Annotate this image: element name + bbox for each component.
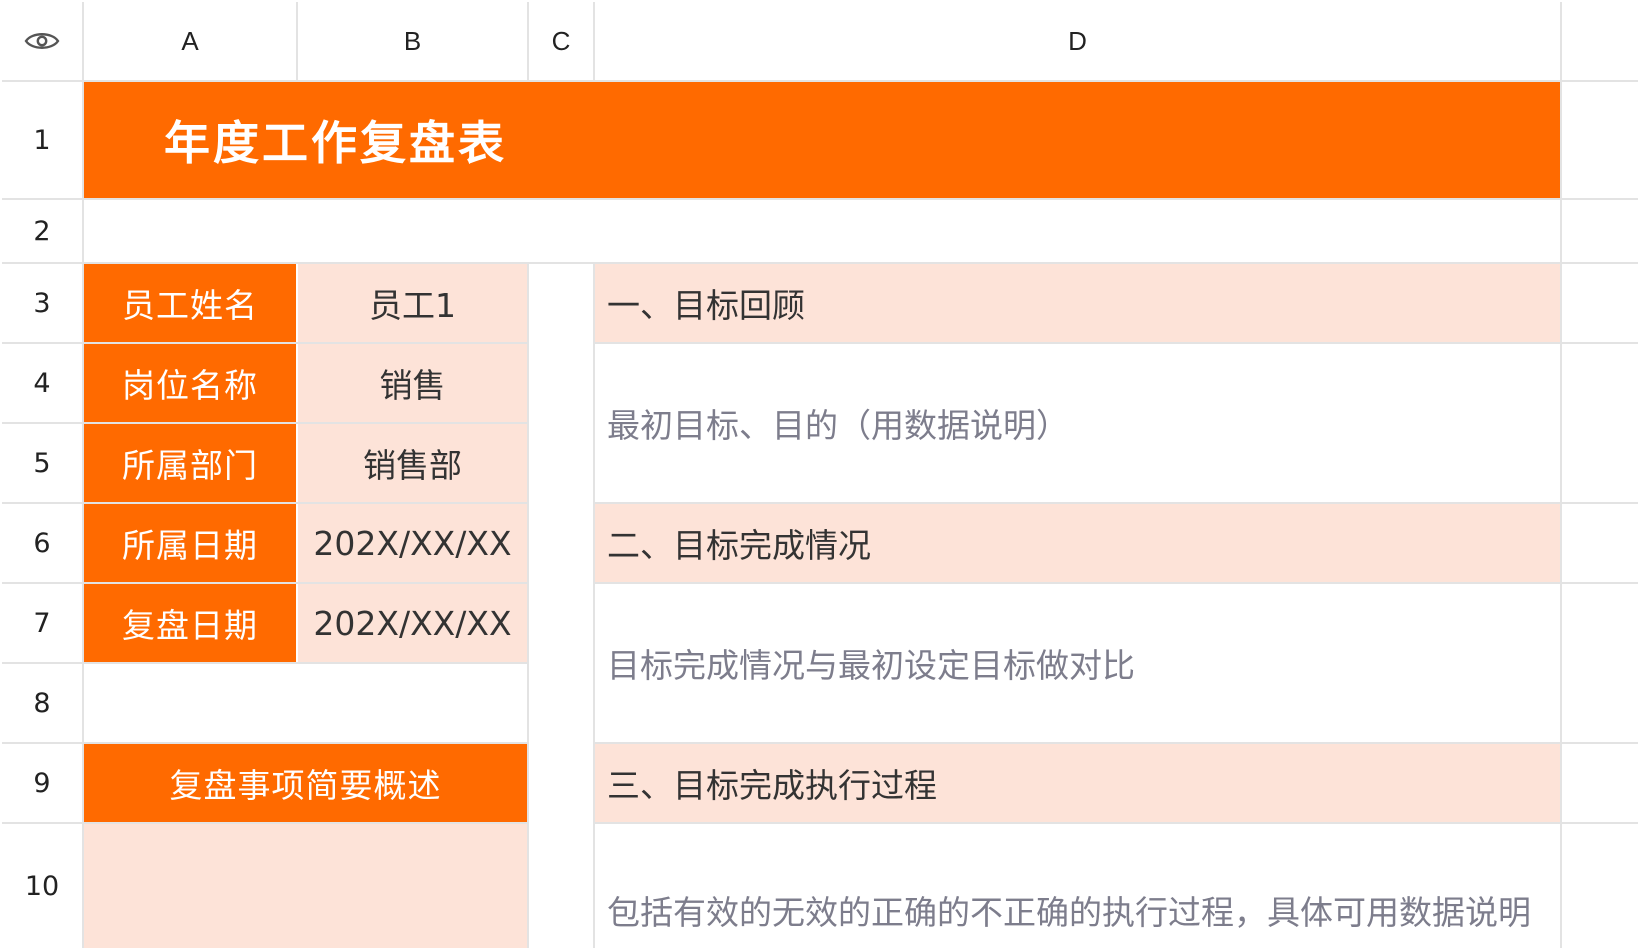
- grid-line: [2, 742, 529, 744]
- grid-line: [296, 2, 298, 80]
- select-all-corner[interactable]: [2, 2, 82, 80]
- grid-line: [1560, 2, 1562, 948]
- row-8-empty[interactable]: [84, 664, 527, 742]
- row-header-4[interactable]: 4: [2, 344, 82, 422]
- sheet-title[interactable]: 年度工作复盘表: [84, 82, 1560, 198]
- row-header-7[interactable]: 7: [2, 584, 82, 662]
- column-header-c[interactable]: C: [529, 2, 593, 80]
- summary-content[interactable]: [84, 824, 527, 948]
- section-1-heading[interactable]: 一、目标回顾: [595, 264, 1560, 342]
- row-header-2[interactable]: 2: [2, 200, 82, 262]
- column-header-a[interactable]: A: [84, 2, 296, 80]
- grid-line: [593, 502, 1638, 504]
- value-period-date[interactable]: 202X/XX/XX: [298, 504, 527, 582]
- label-review-date[interactable]: 复盘日期: [84, 584, 296, 662]
- section-3-detail[interactable]: 包括有效的无效的正确的不正确的执行过程，具体可用数据说明: [595, 824, 1560, 948]
- grid-line: [2, 662, 529, 664]
- section-2-heading[interactable]: 二、目标完成情况: [595, 504, 1560, 582]
- grid-line: [82, 2, 84, 948]
- section-2-detail[interactable]: 目标完成情况与最初设定目标做对比: [595, 584, 1560, 742]
- grid-line: [593, 582, 1638, 584]
- section-3-heading[interactable]: 三、目标完成执行过程: [595, 744, 1560, 822]
- grid-line: [2, 822, 529, 824]
- summary-header[interactable]: 复盘事项简要概述: [84, 744, 527, 822]
- grid-line: [2, 262, 1638, 264]
- row-header-5[interactable]: 5: [2, 424, 82, 502]
- value-department[interactable]: 销售部: [298, 424, 527, 502]
- row-header-9[interactable]: 9: [2, 744, 82, 822]
- row-header-8[interactable]: 8: [2, 664, 82, 742]
- column-header-d[interactable]: D: [595, 2, 1560, 80]
- grid-line: [2, 198, 1638, 200]
- grid-line: [2, 502, 529, 504]
- grid-line: [2, 80, 1638, 82]
- grid-line: [527, 2, 529, 80]
- label-department[interactable]: 所属部门: [84, 424, 296, 502]
- eye-icon[interactable]: [24, 29, 60, 53]
- value-employee-name[interactable]: 员工1: [298, 264, 527, 342]
- grid-line: [593, 2, 595, 80]
- column-header-b[interactable]: B: [298, 2, 527, 80]
- row-header-1[interactable]: 1: [2, 82, 82, 198]
- section-1-detail[interactable]: 最初目标、目的（用数据说明）: [595, 344, 1560, 502]
- grid-line: [593, 264, 595, 948]
- section-3-detail-text: 包括有效的无效的正确的不正确的执行过程，具体可用数据说明: [607, 893, 1531, 932]
- row-header-10[interactable]: 10: [2, 824, 82, 948]
- value-review-date[interactable]: 202X/XX/XX: [298, 584, 527, 662]
- grid-line: [593, 342, 1638, 344]
- grid-line: [2, 422, 529, 424]
- grid-line: [593, 822, 1638, 824]
- grid-line: [593, 742, 1638, 744]
- row-header-3[interactable]: 3: [2, 264, 82, 342]
- grid-line: [527, 264, 529, 948]
- row-2-empty[interactable]: [84, 200, 1560, 262]
- label-period-date[interactable]: 所属日期: [84, 504, 296, 582]
- grid-line: [2, 582, 529, 584]
- label-position[interactable]: 岗位名称: [84, 344, 296, 422]
- spreadsheet: A B C D 1 2 3 4 5 6 7 8 9 10 年度工作复盘表 员工姓…: [2, 2, 1638, 948]
- value-position[interactable]: 销售: [298, 344, 527, 422]
- column-c-spacer[interactable]: [529, 264, 593, 948]
- label-employee-name[interactable]: 员工姓名: [84, 264, 296, 342]
- grid-line: [2, 342, 529, 344]
- row-header-6[interactable]: 6: [2, 504, 82, 582]
